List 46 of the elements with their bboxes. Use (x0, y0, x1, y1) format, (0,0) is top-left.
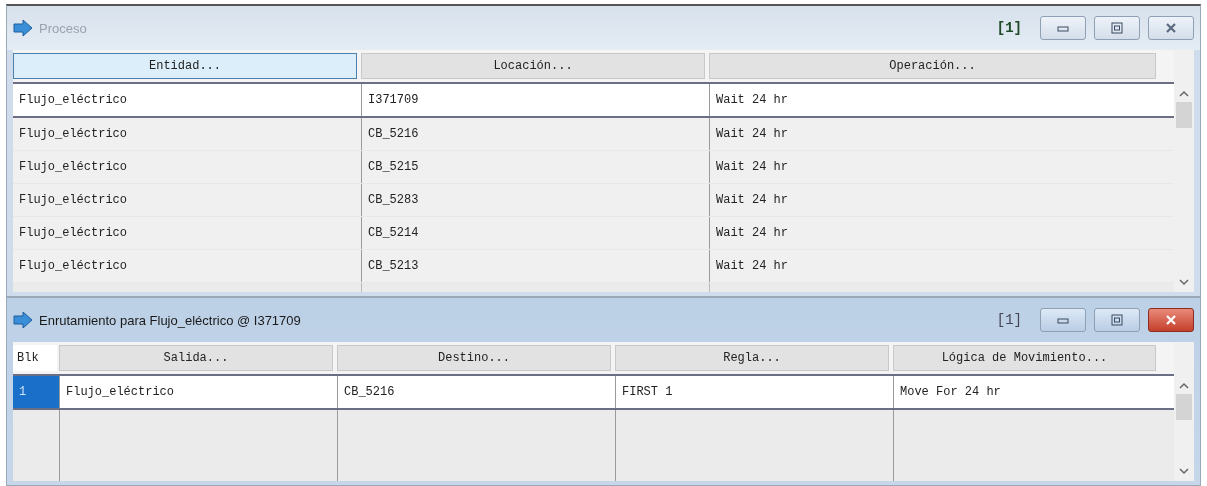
minimize-icon (1057, 24, 1069, 32)
close-icon (1165, 315, 1177, 325)
maximize-icon (1111, 314, 1123, 326)
table-cell-text: Flujo_eléctrico (18, 192, 129, 209)
column-header[interactable]: Destino... (337, 345, 611, 371)
table-cell-text: Flujo_eléctrico (18, 126, 129, 143)
column-header[interactable]: Entidad... (13, 53, 357, 79)
table-cell: CB_5214 (361, 217, 709, 249)
window-count: [1] (996, 312, 1022, 328)
column-header[interactable]: Regla... (615, 345, 889, 371)
window-title: Enrutamiento para Flujo_eléctrico @ I371709 (39, 312, 301, 328)
table-cell: I371709 (361, 84, 709, 116)
table-cell: CB_5216 (337, 376, 615, 408)
table-cell-text: Flujo_eléctrico (18, 258, 129, 275)
table-cell: CB_5213 (361, 250, 709, 282)
column-header[interactable]: Lógica de Movimiento... (893, 345, 1156, 371)
arrow-icon (13, 19, 33, 37)
arrow-icon (13, 311, 33, 329)
window-title: Proceso (39, 20, 87, 36)
table-cell: CB_5215 (361, 151, 709, 183)
table-cell: CB_5283 (361, 184, 709, 216)
minimize-button[interactable] (1040, 308, 1086, 332)
maximize-icon (1111, 22, 1123, 34)
scroll-thumb[interactable] (1176, 102, 1192, 128)
chevron-down-icon[interactable] (1179, 278, 1189, 286)
scroll-thumb[interactable] (1176, 394, 1192, 420)
table-cell-text: Flujo_eléctrico (18, 225, 129, 242)
table-cell-text: Flujo_eléctrico (18, 92, 129, 109)
table-row[interactable]: 1 Flujo_eléctrico CB_5216 FIRST 1 Move For 24 hr (13, 374, 1174, 410)
close-button[interactable] (1148, 308, 1194, 332)
maximize-button[interactable] (1094, 308, 1140, 332)
minimize-icon (1057, 316, 1069, 324)
table-cell: Flujo_eléctrico (59, 376, 337, 408)
chevron-up-icon[interactable] (1179, 90, 1189, 98)
column-header[interactable]: Operación... (709, 53, 1156, 79)
column-header: Blk (13, 345, 57, 371)
table-cell: FIRST 1 (615, 376, 893, 408)
block-number: 1 (13, 376, 59, 408)
close-icon (1165, 23, 1177, 33)
table-cell: CB_5216 (361, 118, 709, 150)
table-cell-text: Flujo_eléctrico (18, 159, 129, 176)
chevron-up-icon[interactable] (1179, 382, 1189, 390)
column-header[interactable]: Locación... (361, 53, 705, 79)
column-header[interactable]: Salida... (59, 345, 333, 371)
window-count: [1] (996, 20, 1022, 36)
chevron-down-icon[interactable] (1179, 467, 1189, 475)
